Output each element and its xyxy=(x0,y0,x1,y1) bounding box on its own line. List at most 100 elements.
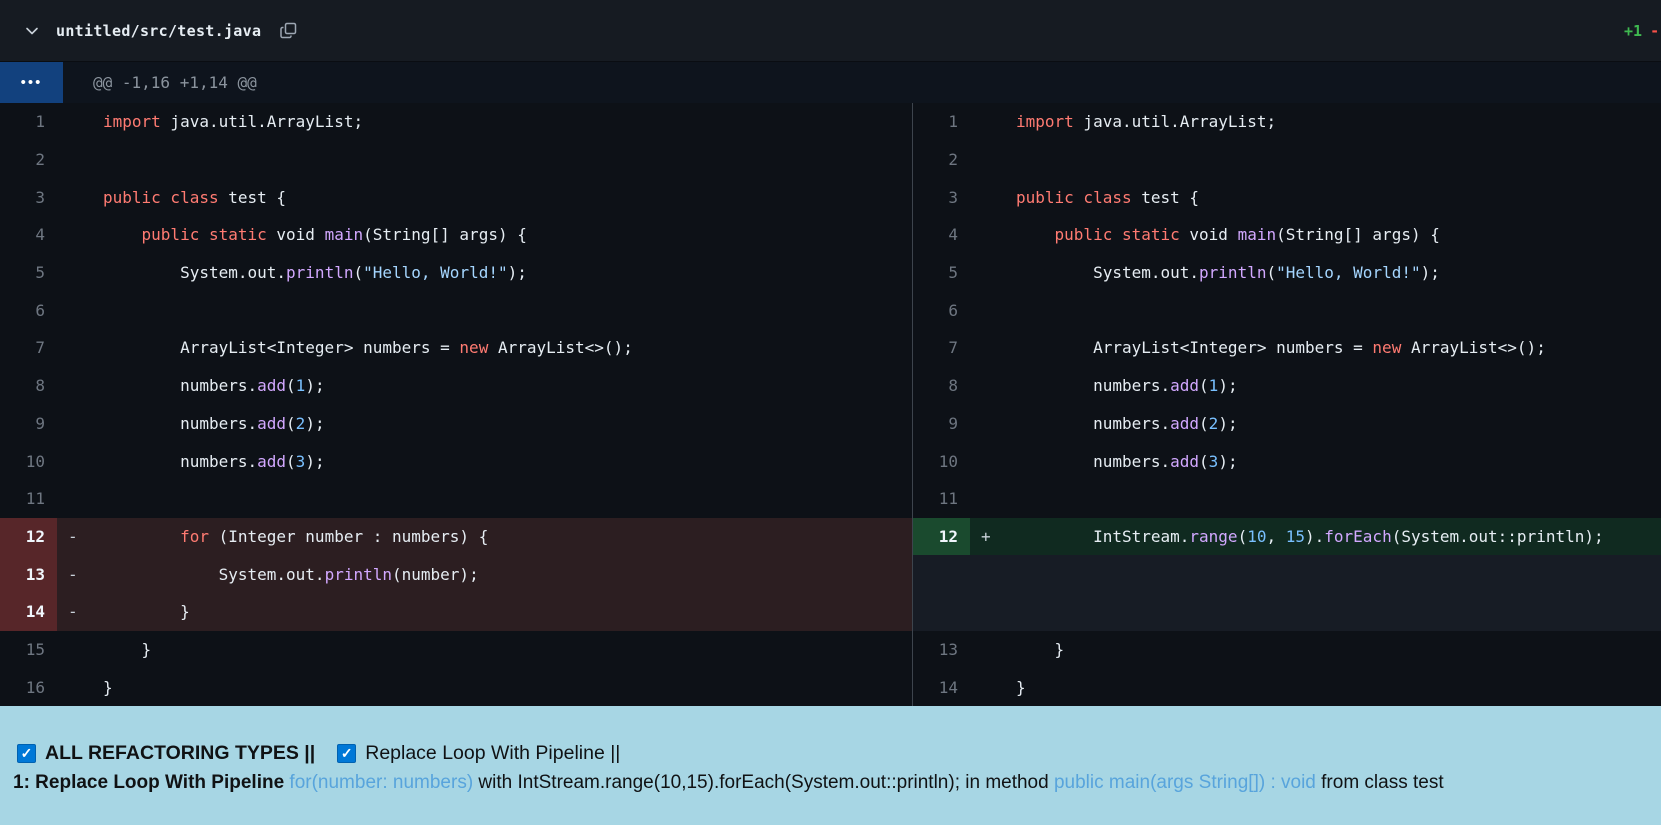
refactoring-filter-label-1: ALL REFACTORING TYPES || xyxy=(45,742,315,765)
copy-path-icon[interactable] xyxy=(279,21,298,40)
code-line: } xyxy=(1016,678,1026,697)
diff-row-context: 10 numbers.add(3); xyxy=(913,442,1661,480)
line-number: 5 xyxy=(0,254,57,292)
code-line: public static void main(String[] args) { xyxy=(1016,225,1440,244)
line-number: 7 xyxy=(913,329,970,367)
code-line: System.out.println("Hello, World!"); xyxy=(103,263,527,282)
file-path: untitled/src/test.java xyxy=(56,22,261,40)
diff-row-context: 9 numbers.add(2); xyxy=(913,405,1661,443)
code-line: import java.util.ArrayList; xyxy=(103,112,363,131)
code-line: import java.util.ArrayList; xyxy=(1016,112,1276,131)
line-number: 1 xyxy=(913,103,970,141)
diff-row-context: 14} xyxy=(913,668,1661,706)
line-number xyxy=(913,555,970,593)
diff-row-filler xyxy=(913,593,1661,631)
added-lines-count: +1 xyxy=(1624,22,1642,40)
diff-row-context: 7 ArrayList<Integer> numbers = new Array… xyxy=(0,329,912,367)
line-number: 8 xyxy=(0,367,57,405)
line-number: 5 xyxy=(913,254,970,292)
diff-row-context: 10 numbers.add(3); xyxy=(0,442,912,480)
line-number: 4 xyxy=(913,216,970,254)
code-line: for (Integer number : numbers) { xyxy=(103,527,488,546)
diff-row-context: 1 import java.util.ArrayList; xyxy=(913,103,1661,141)
diff-editor: 1import java.util.ArrayList;23public cla… xyxy=(0,103,1661,706)
refactoring-detail-link[interactable]: public main(args String[]) : void xyxy=(1054,772,1316,793)
line-number: 11 xyxy=(0,480,57,518)
refactoring-detail-link[interactable]: for(number: numbers) xyxy=(289,772,473,793)
diff-row-removed: 12- for (Integer number : numbers) { xyxy=(0,518,912,556)
line-number: 4 xyxy=(0,216,57,254)
diff-row-context: 11 xyxy=(913,480,1661,518)
hunk-header-row: ••• @@ -1,16 +1,14 @@ xyxy=(0,62,1661,103)
code-line: } xyxy=(103,678,113,697)
refactoring-filter-checkbox-1[interactable]: ✓ xyxy=(17,744,36,763)
diff-row-context: 5 System.out.println("Hello, World!"); xyxy=(0,254,912,292)
diff-row-removed: 14- } xyxy=(0,593,912,631)
diff-marker: - xyxy=(57,527,103,546)
line-number: 14 xyxy=(0,593,57,631)
diff-row-filler xyxy=(913,555,1661,593)
refactoring-detail-text: 1: Replace Loop With Pipeline xyxy=(13,772,289,793)
line-number: 9 xyxy=(0,405,57,443)
line-number: 1 xyxy=(0,103,57,141)
diff-row-context: 15 } xyxy=(0,631,912,669)
code-line: } xyxy=(103,602,190,621)
diff-row-context: 4 public static void main(String[] args)… xyxy=(0,216,912,254)
diff-row-added: 12+ IntStream.range(10, 15).forEach(Syst… xyxy=(913,518,1661,556)
hunk-menu-button[interactable]: ••• xyxy=(0,62,63,103)
diff-stat: +1 - xyxy=(1624,0,1661,62)
code-line: System.out.println("Hello, World!"); xyxy=(1016,263,1440,282)
line-number: 3 xyxy=(0,178,57,216)
line-number: 15 xyxy=(0,631,57,669)
line-number: 2 xyxy=(0,141,57,179)
code-line: public class test { xyxy=(103,188,286,207)
line-number: 7 xyxy=(0,329,57,367)
refactoring-detail-text: from class test xyxy=(1316,772,1444,793)
diff-pane-modified: 1import java.util.ArrayList;23public cla… xyxy=(913,103,1661,706)
diff-row-context: 3 public class test { xyxy=(913,178,1661,216)
diff-row-context: 8 numbers.add(1); xyxy=(913,367,1661,405)
refactoring-filter-checkbox-2[interactable]: ✓ xyxy=(337,744,356,763)
line-number: 13 xyxy=(0,555,57,593)
diff-marker: + xyxy=(970,527,1016,546)
diff-pane-original: 1 import java.util.ArrayList; 23 public cla… xyxy=(0,103,912,706)
code-line: IntStream.range(10, 15).forEach(System.o… xyxy=(1016,527,1604,546)
diff-row-context: 6 xyxy=(0,291,912,329)
code-line: numbers.add(2); xyxy=(103,414,325,433)
code-line: ArrayList<Integer> numbers = new ArrayLi… xyxy=(103,338,633,357)
line-number xyxy=(913,593,970,631)
diff-row-context: 4 public static void main(String[] args)… xyxy=(913,216,1661,254)
refactoring-filter-label-2: Replace Loop With Pipeline || xyxy=(365,742,620,765)
line-number: 12 xyxy=(913,518,970,556)
diff-row-context: 9 numbers.add(2); xyxy=(0,405,912,443)
chevron-down-icon[interactable] xyxy=(24,23,40,39)
diff-row-context: 16} xyxy=(0,668,912,706)
line-number: 6 xyxy=(913,291,970,329)
code-line: } xyxy=(103,640,151,659)
code-line: System.out.println(number); xyxy=(103,565,479,584)
hunk-range-text: @@ -1,16 +1,14 @@ xyxy=(63,62,257,103)
code-line: } xyxy=(1016,640,1064,659)
diff-row-context: 1 import java.util.ArrayList; xyxy=(0,103,912,141)
code-line: numbers.add(3); xyxy=(1016,452,1238,471)
code-line: ArrayList<Integer> numbers = new ArrayLi… xyxy=(1016,338,1546,357)
diff-row-context: 11 xyxy=(0,480,912,518)
code-line: numbers.add(1); xyxy=(1016,376,1238,395)
code-line: numbers.add(2); xyxy=(1016,414,1238,433)
refactoring-detail-line: 1: Replace Loop With Pipeline for(number… xyxy=(0,772,1661,794)
code-line: public static void main(String[] args) { xyxy=(103,225,527,244)
diff-row-context: 8 numbers.add(1); xyxy=(0,367,912,405)
line-number: 16 xyxy=(0,668,57,706)
diff-viewer-window: untitled/src/test.java +1 - ••• @@ -1,16… xyxy=(0,0,1661,825)
diff-row-context: 7 ArrayList<Integer> numbers = new Array… xyxy=(913,329,1661,367)
diff-row-removed: 13- System.out.println(number); xyxy=(0,555,912,593)
line-number: 3 xyxy=(913,178,970,216)
line-number: 11 xyxy=(913,480,970,518)
refactoring-filter-row: ✓ ALL REFACTORING TYPES || ✓ Replace Loop W… xyxy=(0,739,1661,767)
code-line: numbers.add(3); xyxy=(103,452,325,471)
code-line: numbers.add(1); xyxy=(103,376,325,395)
diff-row-context: 13 } xyxy=(913,631,1661,669)
diff-marker: - xyxy=(57,565,103,584)
line-number: 6 xyxy=(0,291,57,329)
code-line: public class test { xyxy=(1016,188,1199,207)
